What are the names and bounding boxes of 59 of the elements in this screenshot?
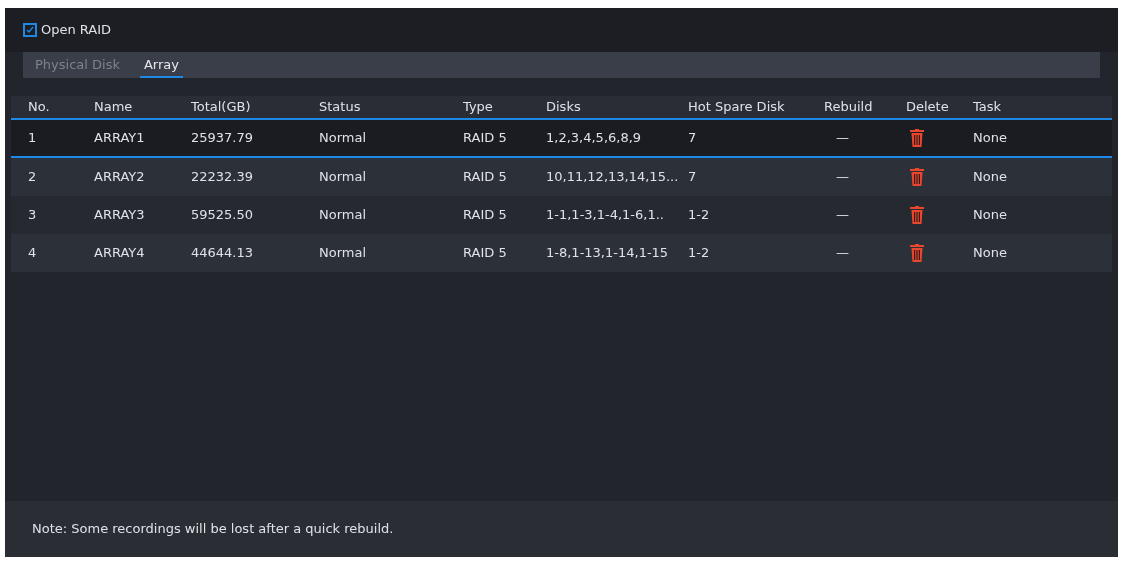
table-cell-text: 1-1,1-3,1-4,1-6,1..: [546, 206, 665, 225]
table-cell-text: None: [973, 244, 1008, 263]
table-cell-text: —: [835, 168, 850, 187]
column-header: Disks: [546, 98, 582, 117]
table-cell-text: 7: [688, 168, 698, 187]
table-cell-text: ARRAY2: [94, 168, 146, 187]
column-header: Delete: [906, 98, 950, 117]
trash-icon[interactable]: [910, 129, 924, 147]
column-header: Rebuild: [824, 98, 874, 117]
table-cell-text: 1-8,1-13,1-14,1-15: [546, 244, 670, 263]
table-cell-text: Normal: [319, 168, 368, 187]
table-cell-text: Normal: [319, 206, 368, 225]
table-cell-text: —: [835, 244, 850, 263]
column-header: Type: [463, 98, 494, 117]
table-cell-text: RAID 5: [463, 244, 508, 263]
table-row[interactable]: 1 ARRAY1 25937.79 Normal RAID 5 1,2,3,4,5,6,8,9 7 — None: [11, 120, 1112, 158]
column-header: Hot Spare Disk: [688, 98, 786, 117]
checkbox[interactable]: [23, 23, 37, 37]
table-cell-text: 2: [28, 168, 38, 187]
column-header: Status: [319, 98, 362, 117]
table-cell-text: RAID 5: [463, 168, 508, 187]
note-text: Note: Some recordings will be lost after a quick rebuild.: [32, 520, 394, 539]
table-cell-text: RAID 5: [463, 206, 508, 225]
table-row[interactable]: 3 ARRAY3 59525.50 Normal RAID 5 1-1,1-3,1-4,1-6,1.. 1-2 — None: [11, 196, 1112, 234]
table-cell-text: ARRAY4: [94, 244, 146, 263]
column-header: Total(GB): [191, 98, 252, 117]
table-cell-text: 44644.13: [191, 244, 255, 263]
table-cell-text: 1-2: [688, 244, 711, 263]
table-cell-text: 22232.39: [191, 168, 255, 187]
table-cell-text: —: [835, 129, 850, 148]
table-cell-text: 1-2: [688, 206, 711, 225]
table-cell-text: ARRAY1: [94, 129, 146, 148]
table-cell-text: Normal: [319, 129, 368, 148]
table-cell-text: RAID 5: [463, 129, 508, 148]
table-cell-text: None: [973, 168, 1008, 187]
trash-icon[interactable]: [910, 168, 924, 186]
table-cell-text: 4: [28, 244, 38, 263]
table-cell-text: 59525.50: [191, 206, 255, 225]
column-header: Name: [94, 98, 134, 117]
table-cell-text: 25937.79: [191, 129, 255, 148]
table-cell-text: —: [835, 206, 850, 225]
table-cell-text: Normal: [319, 244, 368, 263]
table-cell-text: None: [973, 206, 1008, 225]
table-cell-text: 3: [28, 206, 38, 225]
trash-icon[interactable]: [910, 206, 924, 224]
trash-icon[interactable]: [910, 244, 924, 262]
table-cell-text: ARRAY3: [94, 206, 146, 225]
check-icon: [26, 26, 34, 34]
table-cell-text: 10,11,12,13,14,15...: [546, 168, 680, 187]
checkbox-label: Open RAID: [41, 21, 112, 40]
table-row[interactable]: 4 ARRAY4 44644.13 Normal RAID 5 1-8,1-13,1-14,1-15 1-2 — None: [11, 234, 1112, 272]
table-cell-text: 1,2,3,4,5,6,8,9: [546, 129, 643, 148]
column-header: No.: [28, 98, 51, 117]
tab[interactable]: Array: [139, 54, 183, 78]
table-cell-text: 7: [688, 129, 698, 148]
column-header: Task: [973, 98, 1003, 117]
table-cell-text: 1: [28, 129, 38, 148]
table-row[interactable]: 2 ARRAY2 22232.39 Normal RAID 5 10,11,12,13,14,15... 7 — None: [11, 158, 1112, 196]
table-cell-text: None: [973, 129, 1008, 148]
